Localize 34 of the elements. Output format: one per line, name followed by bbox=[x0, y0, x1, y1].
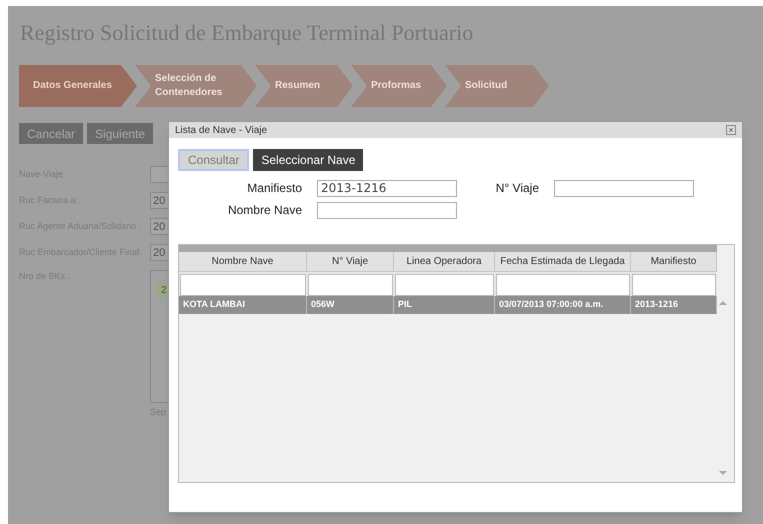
wizard-step[interactable]: Selección de Contenedores bbox=[135, 65, 257, 107]
page-button[interactable]: Cancelar bbox=[19, 123, 84, 144]
close-button[interactable]: × bbox=[726, 125, 736, 135]
wizard-step[interactable]: Datos Generales bbox=[19, 65, 137, 107]
column-header[interactable]: Linea Operadora bbox=[394, 252, 495, 272]
scroll-down-icon[interactable] bbox=[719, 471, 727, 475]
dialog-title: Lista de Nave - Viaje bbox=[175, 124, 268, 138]
wizard-step[interactable]: Solicitud bbox=[445, 65, 549, 107]
field-label: Manifiesto bbox=[246, 180, 302, 197]
wizard-step[interactable]: Resumen bbox=[255, 65, 353, 107]
table-cell: 056W bbox=[307, 296, 394, 314]
wizard-step[interactable]: Proformas bbox=[351, 65, 447, 107]
input-field[interactable] bbox=[317, 202, 457, 218]
column-header[interactable]: Fecha Estimada de Llegada bbox=[495, 252, 631, 272]
field-label: N° Viaje bbox=[494, 180, 539, 197]
table-cell: KOTA LAMBAI bbox=[179, 296, 307, 314]
filter-field[interactable] bbox=[180, 274, 306, 296]
column-header[interactable]: Nombre Nave bbox=[179, 252, 307, 272]
scroll-up-icon[interactable] bbox=[719, 301, 727, 305]
input-field[interactable] bbox=[554, 180, 694, 196]
column-header[interactable]: N° Viaje bbox=[307, 252, 394, 272]
dialog-button[interactable]: Seleccionar Nave bbox=[253, 149, 364, 171]
filter-field[interactable] bbox=[496, 274, 630, 296]
input-field[interactable]: 2013-1216 bbox=[317, 180, 457, 196]
table-row[interactable]: KOTA LAMBAI 056W PIL 03/07/2013 07:00:00 a.m. 2013-1216 bbox=[179, 296, 717, 314]
filter-field[interactable] bbox=[395, 274, 494, 296]
filter-field[interactable] bbox=[308, 274, 393, 296]
table-cell: PIL bbox=[394, 296, 495, 314]
table-cell: 03/07/2013 07:00:00 a.m. bbox=[495, 296, 631, 314]
column-header[interactable]: Manifiesto bbox=[631, 252, 717, 272]
page-button[interactable]: Siguiente bbox=[87, 123, 154, 144]
table-cell: 2013-1216 bbox=[631, 296, 717, 314]
filter-field[interactable] bbox=[632, 274, 716, 296]
field-label: Nombre Nave bbox=[226, 202, 302, 219]
